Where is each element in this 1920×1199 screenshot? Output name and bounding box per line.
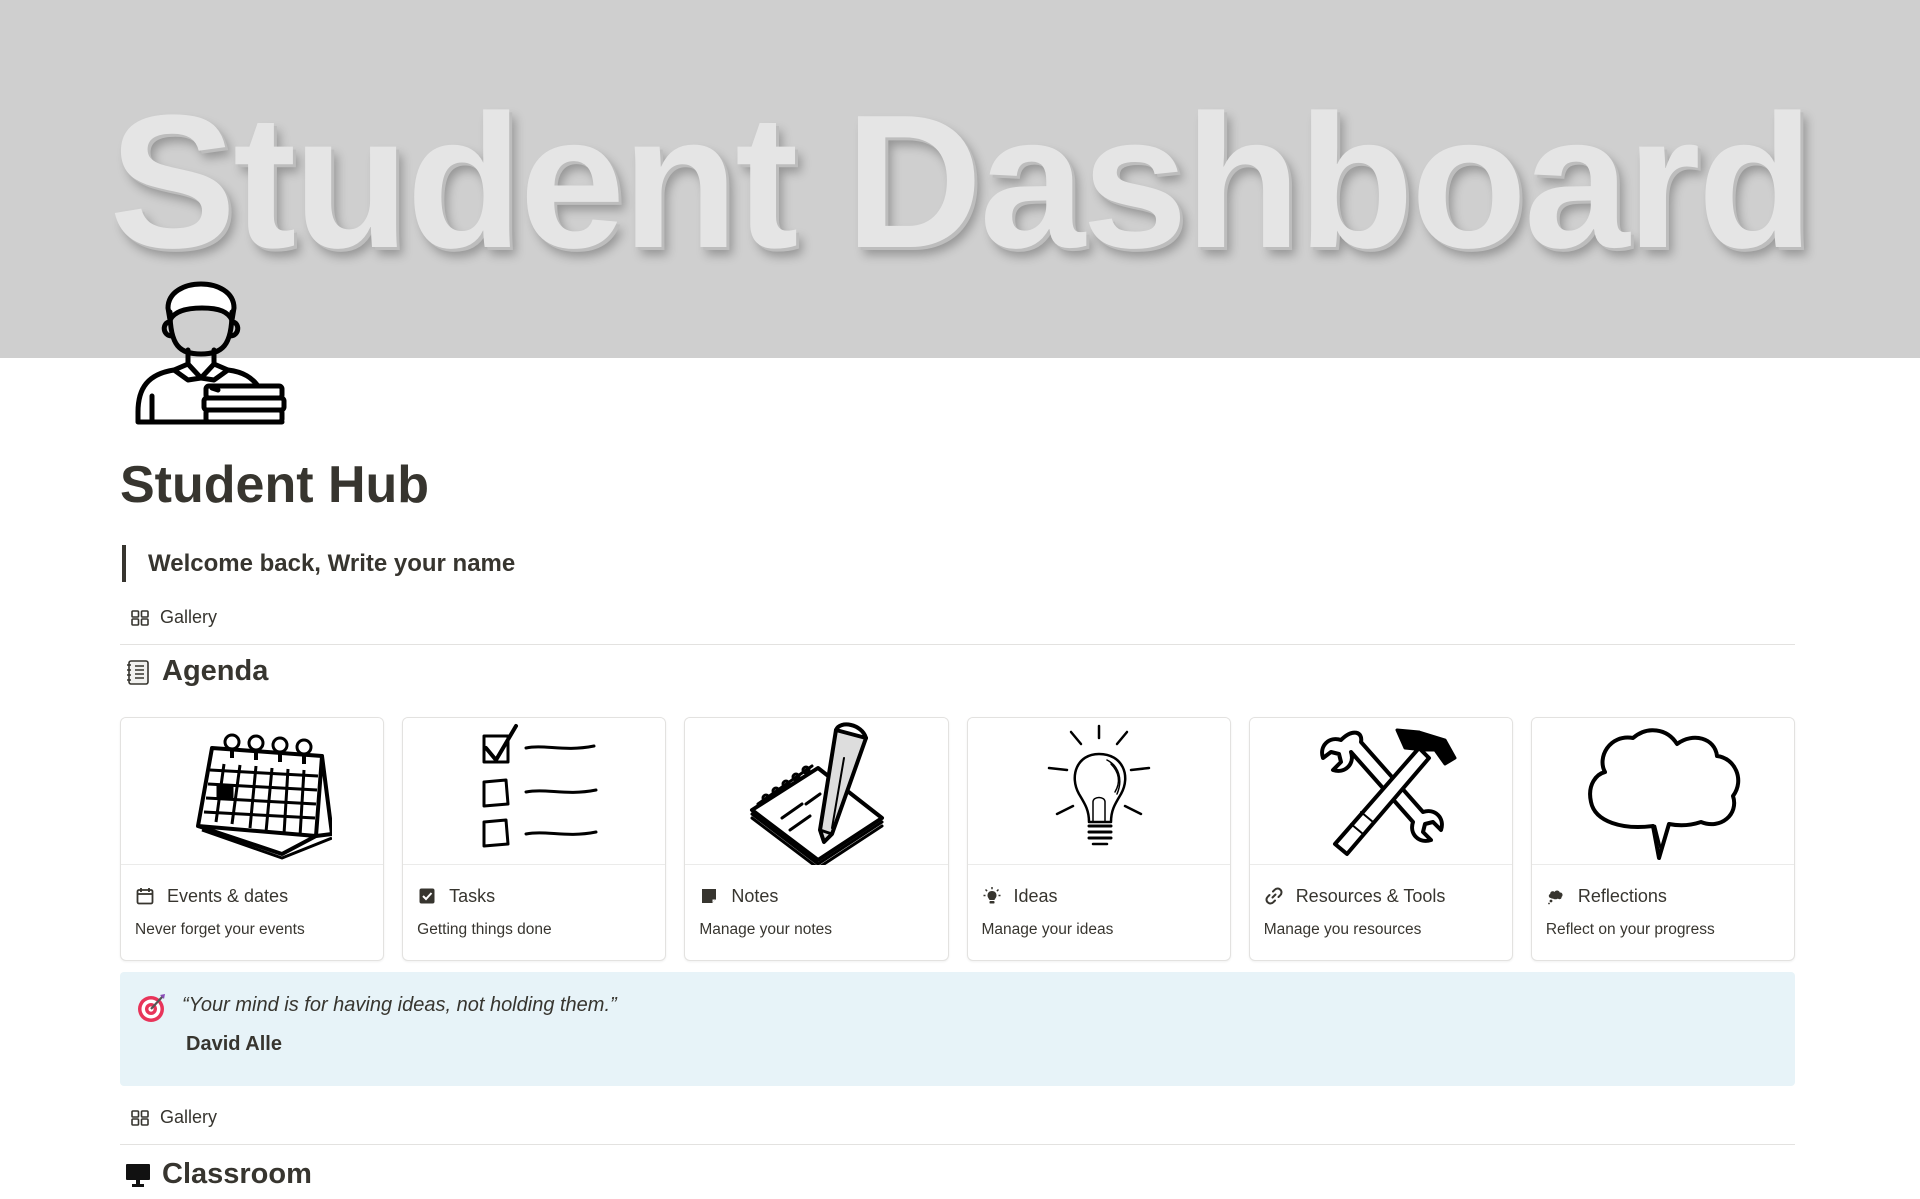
card-description: Getting things done	[417, 921, 552, 938]
card-reflections[interactable]: Reflections Reflect on your progress	[1530, 717, 1796, 961]
welcome-text: Welcome back, Write your name	[148, 550, 516, 577]
calendar-icon	[136, 888, 154, 905]
speech-bubble-illustration	[1588, 727, 1741, 860]
agenda-gallery: Events & dates Never forget your events …	[120, 717, 1796, 961]
card-title: Events & dates	[121, 865, 383, 911]
card-title-text: Tasks	[449, 885, 496, 906]
card-title-text: Reflections	[1577, 885, 1667, 906]
card-description: Reflect on your progress	[1545, 921, 1715, 938]
card-title-text: Notes	[731, 885, 779, 906]
view-tab-label: Gallery	[160, 607, 218, 627]
gallery-view-icon	[131, 609, 149, 626]
agenda-heading-text: Agenda	[162, 655, 269, 687]
card-cover	[121, 718, 384, 865]
desk-calendar-illustration	[196, 733, 333, 859]
card-tasks[interactable]: Tasks Getting things done	[402, 717, 667, 961]
cover-title: Student Dashboard	[109, 76, 1813, 288]
lightbulb-illustration	[1047, 724, 1150, 845]
card-title: Ideas	[968, 865, 1230, 911]
notebook-icon	[127, 659, 149, 685]
card-title-text: Events & dates	[167, 885, 289, 906]
card-title-text: Resources & Tools	[1295, 885, 1446, 906]
classroom-heading-text: Classroom	[162, 1158, 312, 1190]
thought-bubble-icon	[1547, 890, 1563, 905]
page-title[interactable]: Student Hub	[120, 450, 429, 520]
checkbox-icon	[419, 888, 435, 904]
lightbulb-icon	[983, 887, 1001, 904]
gallery-view-icon	[131, 1109, 149, 1126]
card-description: Never forget your events	[135, 921, 305, 938]
wrench-hammer-illustration	[1319, 728, 1457, 856]
agenda-heading[interactable]: Agenda	[124, 655, 268, 688]
card-title: Tasks	[403, 865, 665, 911]
card-description: Manage your notes	[699, 921, 833, 938]
divider	[120, 644, 1795, 645]
classroom-gallery-view-tab[interactable]: Gallery	[130, 1107, 217, 1128]
sticky-note-icon	[702, 889, 717, 903]
quote-callout[interactable]: “Your mind is for having ideas, not hold…	[120, 972, 1795, 1086]
presentation-board-icon	[126, 1163, 150, 1187]
card-title: Resources & Tools	[1250, 865, 1512, 911]
card-title-text: Ideas	[1013, 885, 1058, 906]
view-tab-label: Gallery	[160, 1107, 218, 1127]
card-cover	[1531, 718, 1795, 865]
card-ideas[interactable]: Ideas Manage your ideas	[966, 717, 1231, 961]
card-resources-tools[interactable]: Resources & Tools Manage you resources	[1248, 717, 1513, 961]
quote-text: “Your mind is for having ideas, not hold…	[182, 994, 617, 1016]
quote-author: David Alle	[186, 1033, 282, 1055]
student-with-books-icon[interactable]	[134, 262, 290, 430]
checklist-illustration	[482, 723, 598, 847]
agenda-gallery-view-tab[interactable]: Gallery	[130, 607, 217, 628]
card-description: Manage your ideas	[981, 921, 1114, 938]
card-cover	[685, 718, 948, 865]
card-cover	[967, 718, 1230, 865]
card-description: Manage you resources	[1263, 921, 1422, 938]
card-notes[interactable]: Notes Manage your notes	[684, 717, 949, 961]
target-icon	[138, 994, 165, 1022]
classroom-heading[interactable]: Classroom	[124, 1158, 312, 1191]
notepad-pencil-illustration	[750, 721, 885, 865]
divider	[120, 1144, 1795, 1145]
card-title: Reflections	[1532, 865, 1794, 911]
card-cover	[1249, 718, 1512, 865]
card-cover	[403, 718, 666, 865]
welcome-quote[interactable]: Welcome back, Write your name	[122, 545, 515, 582]
card-title: Notes	[685, 865, 947, 911]
link-icon	[1265, 887, 1283, 905]
card-events-dates[interactable]: Events & dates Never forget your events	[120, 717, 385, 961]
